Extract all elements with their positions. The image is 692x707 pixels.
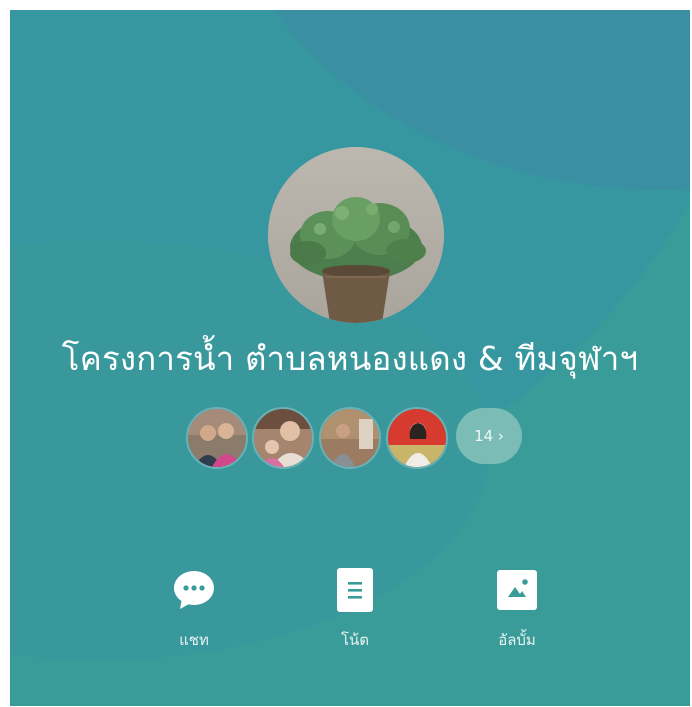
album-button[interactable]: อัลบั้ม [462, 566, 572, 652]
chat-button[interactable]: แชท [139, 566, 249, 652]
member-photo-icon [188, 409, 246, 467]
group-avatar[interactable] [268, 147, 444, 323]
note-label: โน้ต [340, 631, 370, 649]
note-icon [337, 568, 373, 612]
member-avatar[interactable] [386, 407, 448, 469]
group-profile-screen: โครงการน้ำ ตำบลหนองแดง & ทีมจุฬาฯ 14 › แ… [10, 10, 690, 706]
album-label: อัลบั้ม [498, 631, 536, 649]
member-avatar[interactable] [319, 407, 381, 469]
member-avatar[interactable] [186, 407, 248, 469]
member-photo-icon [321, 409, 379, 467]
member-photo-icon [388, 409, 446, 467]
group-name: โครงการน้ำ ตำบลหนองแดง & ทีมจุฬาฯ [61, 339, 639, 378]
album-icon [497, 570, 537, 610]
action-bar: แชท โน้ต อัลบั้ม [10, 566, 690, 656]
note-button[interactable]: โน้ต [300, 566, 410, 652]
member-avatar[interactable] [252, 407, 314, 469]
member-photo-icon [254, 409, 312, 467]
potted-plant-icon [268, 147, 444, 323]
chat-label: แชท [179, 631, 209, 649]
chat-bubble-icon [174, 571, 214, 609]
more-members-button[interactable]: 14 › [456, 408, 522, 464]
